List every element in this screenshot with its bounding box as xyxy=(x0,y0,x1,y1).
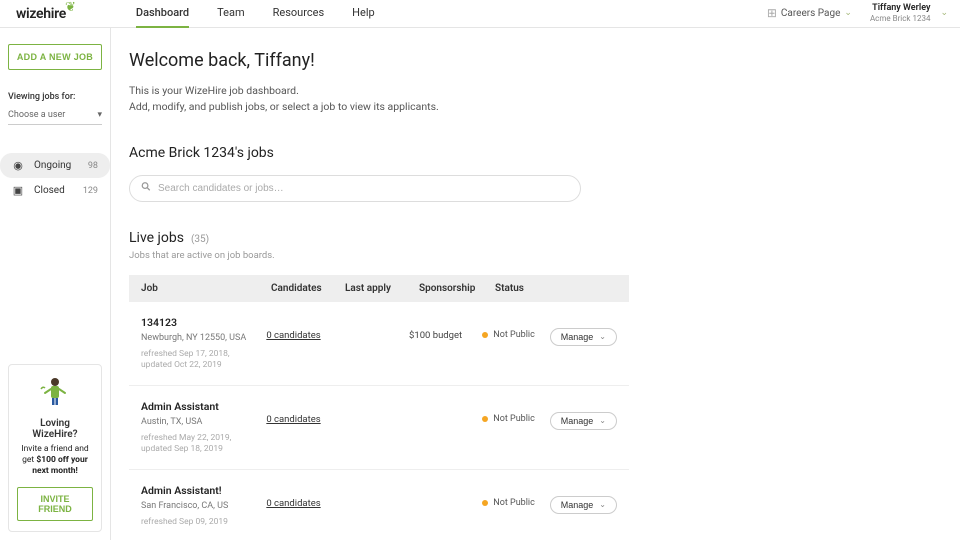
candidates-link[interactable]: 0 candidates xyxy=(266,414,320,425)
filter-ongoing-count: 98 xyxy=(88,161,98,171)
logo[interactable]: wizehire ❦ xyxy=(16,6,76,22)
nav-dashboard[interactable]: Dashboard xyxy=(136,0,189,28)
table-body: 134123 Newburgh, NY 12550, USA refreshed S… xyxy=(129,302,629,540)
caret-down-icon: ▾ xyxy=(97,110,102,120)
nav-team[interactable]: Team xyxy=(217,0,245,28)
table-row: Admin Assistant Austin, TX, USA refreshed … xyxy=(129,386,629,470)
chevron-down-icon: ⌄ xyxy=(940,8,948,18)
live-jobs-count: (35) xyxy=(191,234,209,245)
status-dot-icon xyxy=(482,416,488,422)
promo-illustration-icon xyxy=(17,375,93,412)
status-text: Not Public xyxy=(493,414,535,424)
job-location: Newburgh, NY 12550, USA xyxy=(141,333,266,343)
status-dot-icon xyxy=(482,332,488,338)
status-badge: Not Public xyxy=(482,414,535,424)
search-icon xyxy=(141,182,151,195)
promo-body-bold: $100 off your next month! xyxy=(32,455,88,476)
search-wrap xyxy=(129,175,581,202)
status-text: Not Public xyxy=(493,330,535,340)
manage-button[interactable]: Manage ⌄ xyxy=(550,328,617,346)
careers-page-link[interactable]: ⊞ Careers Page ⌄ xyxy=(767,6,852,20)
chevron-down-icon: ⌄ xyxy=(599,332,606,341)
live-jobs-title: Live jobs xyxy=(129,230,184,246)
th-job: Job xyxy=(141,283,271,294)
table-header: Job Candidates Last apply Sponsorship St… xyxy=(129,275,629,302)
th-last-apply: Last apply xyxy=(345,283,419,294)
job-location: Austin, TX, USA xyxy=(141,417,266,427)
status-dot-icon xyxy=(482,500,488,506)
th-manage xyxy=(565,283,617,294)
job-title[interactable]: 134123 xyxy=(141,316,266,329)
user-select-value: Choose a user xyxy=(8,110,65,120)
welcome-line1: This is your WizeHire job dashboard. xyxy=(129,83,944,99)
job-meta: refreshed Sep 09, 2019 xyxy=(141,517,266,528)
manage-button[interactable]: Manage ⌄ xyxy=(550,412,617,430)
filter-closed-count: 129 xyxy=(83,186,98,196)
viewing-label: Viewing jobs for: xyxy=(8,92,102,102)
manage-label: Manage xyxy=(561,500,594,510)
apps-icon: ⊞ xyxy=(767,6,777,20)
referral-promo: Loving WizeHire? Invite a friend and get… xyxy=(8,364,102,532)
welcome-block: Welcome back, Tiffany! This is your Wize… xyxy=(129,50,944,115)
th-status: Status xyxy=(495,283,565,294)
live-jobs-header: Live jobs (35) Jobs that are active on j… xyxy=(129,230,944,261)
table-row: Admin Assistant! San Francisco, CA, US ref… xyxy=(129,470,629,540)
th-candidates: Candidates xyxy=(271,283,345,294)
live-jobs-subtitle: Jobs that are active on job boards. xyxy=(129,250,944,261)
topbar-right: ⊞ Careers Page ⌄ Tiffany Werley Acme Bri… xyxy=(767,3,952,23)
archive-icon: ▣ xyxy=(12,184,24,197)
candidates-link[interactable]: 0 candidates xyxy=(266,330,320,341)
main-content: Welcome back, Tiffany! This is your Wize… xyxy=(111,28,960,540)
invite-friend-button[interactable]: INVITE FRIEND xyxy=(17,487,93,521)
jobs-table: Job Candidates Last apply Sponsorship St… xyxy=(129,275,629,540)
sidebar: ADD A NEW JOB Viewing jobs for: Choose a… xyxy=(0,28,111,540)
manage-label: Manage xyxy=(561,416,594,426)
promo-body: Invite a friend and get $100 off your ne… xyxy=(17,444,93,477)
welcome-heading: Welcome back, Tiffany! xyxy=(129,50,944,71)
user-name: Tiffany Werley xyxy=(870,3,931,14)
eye-icon: ◉ xyxy=(12,159,24,172)
job-meta: refreshed May 22, 2019,updated Sep 18, 2… xyxy=(141,433,266,455)
main-nav: Dashboard Team Resources Help xyxy=(136,0,375,28)
chevron-down-icon: ⌄ xyxy=(599,500,606,509)
chevron-down-icon: ⌄ xyxy=(844,8,852,18)
careers-label: Careers Page xyxy=(781,8,841,19)
table-row: 134123 Newburgh, NY 12550, USA refreshed S… xyxy=(129,302,629,386)
manage-label: Manage xyxy=(561,332,594,342)
nav-resources[interactable]: Resources xyxy=(273,0,325,28)
user-text: Tiffany Werley Acme Brick 1234 xyxy=(870,3,931,23)
welcome-line2: Add, modify, and publish jobs, or select… xyxy=(129,99,944,115)
topbar: wizehire ❦ Dashboard Team Resources Help… xyxy=(0,0,960,28)
user-menu[interactable]: Tiffany Werley Acme Brick 1234 ⌄ xyxy=(870,3,952,23)
job-title[interactable]: Admin Assistant! xyxy=(141,484,266,497)
th-sponsorship: Sponsorship xyxy=(419,283,495,294)
sidebar-filters: ◉ Ongoing 98 ▣ Closed 129 xyxy=(0,153,110,203)
sponsorship-text: $100 budget xyxy=(409,330,462,341)
filter-ongoing-label: Ongoing xyxy=(34,160,71,171)
add-job-button[interactable]: ADD A NEW JOB xyxy=(8,44,102,70)
nav-help[interactable]: Help xyxy=(352,0,375,28)
status-badge: Not Public xyxy=(482,498,535,508)
search-input[interactable] xyxy=(129,175,581,202)
promo-title: Loving WizeHire? xyxy=(17,418,93,440)
status-badge: Not Public xyxy=(482,330,535,340)
leaf-icon: ❦ xyxy=(65,0,76,15)
job-title[interactable]: Admin Assistant xyxy=(141,400,266,413)
status-text: Not Public xyxy=(493,498,535,508)
jobs-section-title: Acme Brick 1234's jobs xyxy=(129,145,944,161)
job-location: San Francisco, CA, US xyxy=(141,501,266,511)
candidates-link[interactable]: 0 candidates xyxy=(266,498,320,509)
user-org: Acme Brick 1234 xyxy=(870,14,931,24)
chevron-down-icon: ⌄ xyxy=(599,416,606,425)
logo-text: wizehire xyxy=(16,6,66,22)
user-select[interactable]: Choose a user ▾ xyxy=(8,106,102,125)
filter-closed-label: Closed xyxy=(34,185,65,196)
manage-button[interactable]: Manage ⌄ xyxy=(550,496,617,514)
filter-closed[interactable]: ▣ Closed 129 xyxy=(0,178,110,203)
job-meta: refreshed Sep 17, 2018,updated Oct 22, 2… xyxy=(141,349,266,371)
filter-ongoing[interactable]: ◉ Ongoing 98 xyxy=(0,153,110,178)
